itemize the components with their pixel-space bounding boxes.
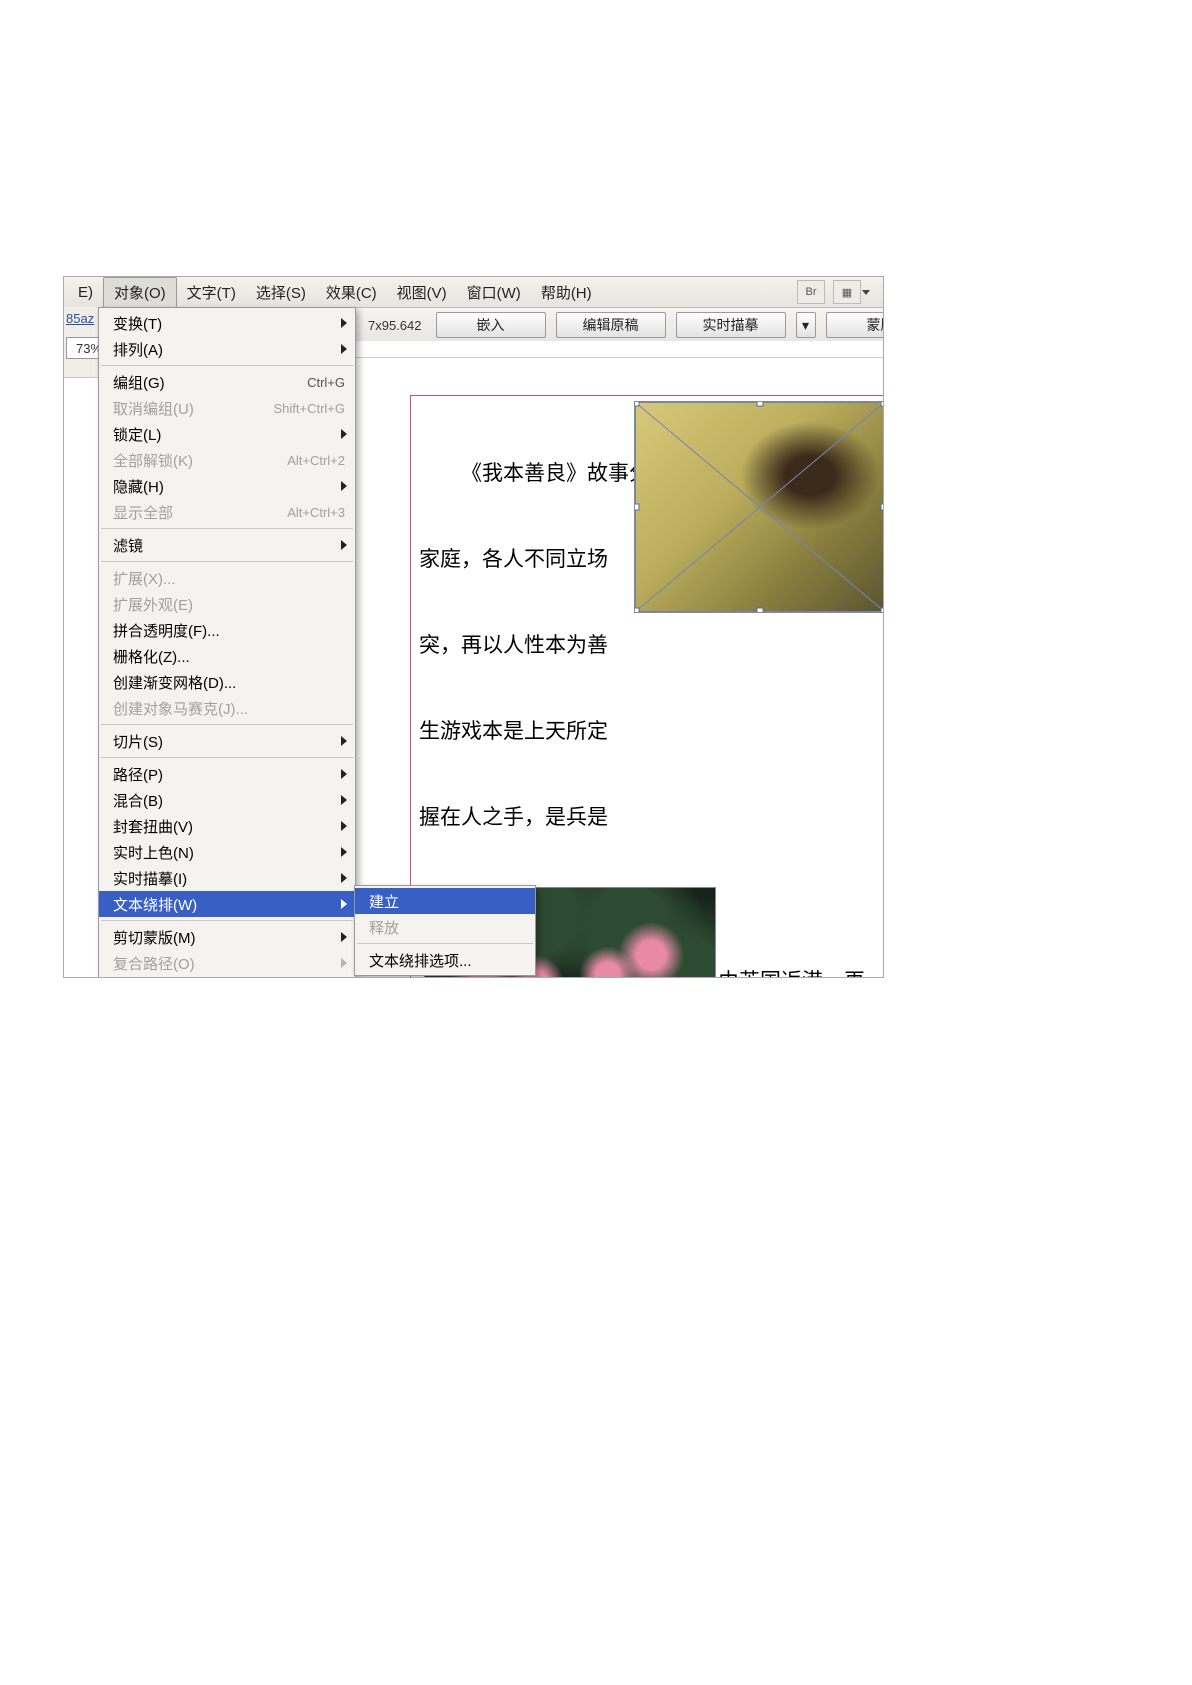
menu-item-create-mosaic: 创建对象马赛克(J)... <box>99 695 355 721</box>
submenu-item-wrap-options[interactable]: 文本绕排选项... <box>355 947 535 973</box>
menu-item-filter[interactable]: 滤镜 <box>99 532 355 558</box>
menu-help[interactable]: 帮助(H) <box>531 278 602 307</box>
body-line: 握在人之手，是兵是 <box>419 803 875 831</box>
menu-item-compound-path: 复合路径(O) <box>99 950 355 976</box>
menu-item-clipping-mask[interactable]: 剪切蒙版(M) <box>99 924 355 950</box>
menu-item-transform[interactable]: 变换(T) <box>99 310 355 336</box>
menu-item-hide[interactable]: 隐藏(H) <box>99 473 355 499</box>
body-line: 生游戏本是上天所定 <box>419 717 875 745</box>
menu-separator <box>101 757 353 758</box>
menu-type[interactable]: 文字(T) <box>177 278 246 307</box>
menu-item-ungroup: 取消编组(U)Shift+Ctrl+G <box>99 395 355 421</box>
menu-separator <box>101 528 353 529</box>
menu-separator <box>101 365 353 366</box>
wrap-line: 由英国返港，再 <box>718 967 883 977</box>
menu-item-blend[interactable]: 混合(B) <box>99 787 355 813</box>
menu-item-show-all: 显示全部Alt+Ctrl+3 <box>99 499 355 525</box>
placed-image-portrait[interactable] <box>634 401 883 613</box>
menu-item-expand: 扩展(X)... <box>99 565 355 591</box>
menu-item-envelope-distort[interactable]: 封套扭曲(V) <box>99 813 355 839</box>
menu-item-path[interactable]: 路径(P) <box>99 761 355 787</box>
text-wrap-submenu: 建立 释放 文本绕排选项... <box>354 885 536 976</box>
menu-separator <box>101 724 353 725</box>
menu-view[interactable]: 视图(V) <box>387 278 457 307</box>
menu-window[interactable]: 窗口(W) <box>457 278 531 307</box>
wrap-text-frame: 由英国返港，再 富豪齐乔正，拼 的发迹甚富传奇 名声显赫。但名 <box>718 911 883 977</box>
menu-separator <box>357 943 533 944</box>
menu-item-expand-appearance: 扩展外观(E) <box>99 591 355 617</box>
body-line: 突，再以人性本为善 <box>419 631 875 659</box>
arrange-workspace-icon[interactable]: ▦ <box>833 280 861 304</box>
menu-separator <box>101 561 353 562</box>
mask-button[interactable]: 蒙版 <box>826 312 885 338</box>
menu-prev-partial: E) <box>68 280 103 305</box>
menubar: E) 对象(O) 文字(T) 选择(S) 效果(C) 视图(V) 窗口(W) 帮… <box>64 277 883 308</box>
menu-select[interactable]: 选择(S) <box>246 278 316 307</box>
bridge-icon[interactable]: Br <box>797 280 825 304</box>
selection-bbox-icon <box>635 402 883 612</box>
menu-item-create-gradient-mesh[interactable]: 创建渐变网格(D)... <box>99 669 355 695</box>
menu-item-slice[interactable]: 切片(S) <box>99 728 355 754</box>
menu-item-text-wrap[interactable]: 文本绕排(W) <box>99 891 355 917</box>
submenu-item-make[interactable]: 建立 <box>355 888 535 914</box>
menu-separator <box>101 920 353 921</box>
menu-item-arrange[interactable]: 排列(A) <box>99 336 355 362</box>
object-menu-dropdown: 变换(T) 排列(A) 编组(G)Ctrl+G 取消编组(U)Shift+Ctr… <box>98 307 356 978</box>
app-window: E) 对象(O) 文字(T) 选择(S) 效果(C) 视图(V) 窗口(W) 帮… <box>63 276 884 978</box>
edit-original-button[interactable]: 编辑原稿 <box>556 312 666 338</box>
menu-object[interactable]: 对象(O) <box>103 277 177 308</box>
menu-item-rasterize[interactable]: 栅格化(Z)... <box>99 643 355 669</box>
live-trace-dropdown[interactable]: ▾ <box>796 312 816 338</box>
embed-button[interactable]: 嵌入 <box>436 312 546 338</box>
dimension-readout: 7x95.642 <box>364 316 426 335</box>
document-tab[interactable]: 85az <box>64 307 98 330</box>
menu-item-live-trace[interactable]: 实时描摹(I) <box>99 865 355 891</box>
menu-effect[interactable]: 效果(C) <box>316 278 387 307</box>
menu-item-live-paint[interactable]: 实时上色(N) <box>99 839 355 865</box>
submenu-item-release: 释放 <box>355 914 535 940</box>
menu-item-flatten-transparency[interactable]: 拼合透明度(F)... <box>99 617 355 643</box>
live-trace-button[interactable]: 实时描摹 <box>676 312 786 338</box>
menu-item-lock[interactable]: 锁定(L) <box>99 421 355 447</box>
menu-item-group[interactable]: 编组(G)Ctrl+G <box>99 369 355 395</box>
menu-item-unlock-all: 全部解锁(K)Alt+Ctrl+2 <box>99 447 355 473</box>
document-tab-strip: 85az 73% <box>64 307 99 378</box>
